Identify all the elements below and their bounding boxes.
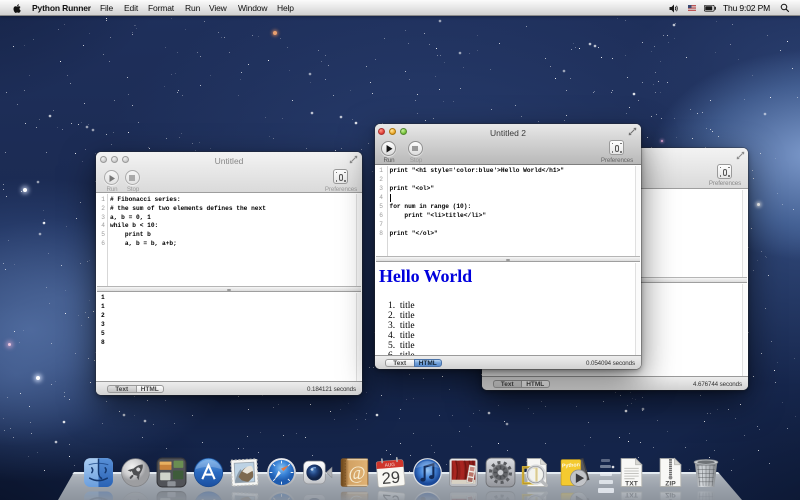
svg-text:TXT: TXT — [625, 480, 639, 487]
svg-text:ZIP: ZIP — [665, 480, 676, 487]
svg-text:AUG: AUG — [384, 462, 395, 469]
svg-text:@: @ — [348, 463, 365, 484]
svg-text:29: 29 — [381, 469, 401, 489]
svg-text:Python: Python — [562, 462, 581, 469]
